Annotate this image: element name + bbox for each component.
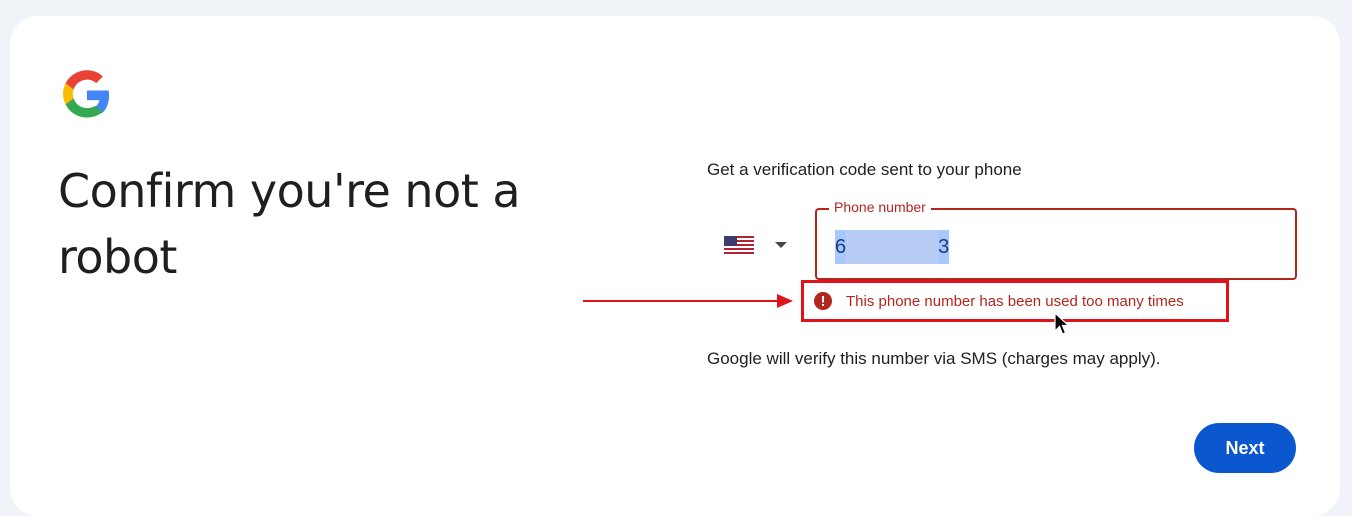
- challenge-card: Confirm you're not a robot Get a verific…: [10, 16, 1340, 516]
- phone-number-label: Phone number: [829, 199, 931, 215]
- phone-value-start: 6: [835, 230, 847, 264]
- redacted-digits: [846, 230, 939, 264]
- error-message: This phone number has been used too many…: [846, 292, 1184, 310]
- page-title: Confirm you're not a robot: [58, 164, 521, 284]
- caret-down-icon: [775, 242, 787, 248]
- error-message-box: This phone number has been used too many…: [801, 280, 1229, 322]
- us-flag-icon: [724, 236, 754, 254]
- annotation-arrow-icon: [583, 294, 793, 308]
- error-icon: [814, 292, 832, 310]
- sms-charges-note: Google will verify this number via SMS (…: [707, 349, 1161, 368]
- country-select[interactable]: [724, 230, 794, 260]
- google-logo-icon: [63, 70, 110, 118]
- mouse-cursor-icon: [1054, 312, 1070, 335]
- phone-number-field[interactable]: Phone number 6 3: [815, 199, 1297, 280]
- phone-number-input[interactable]: 6 3: [835, 230, 950, 264]
- subtitle: Get a verification code sent to your pho…: [707, 160, 1022, 179]
- next-button[interactable]: Next: [1194, 423, 1296, 473]
- phone-value-end: 3: [938, 230, 950, 264]
